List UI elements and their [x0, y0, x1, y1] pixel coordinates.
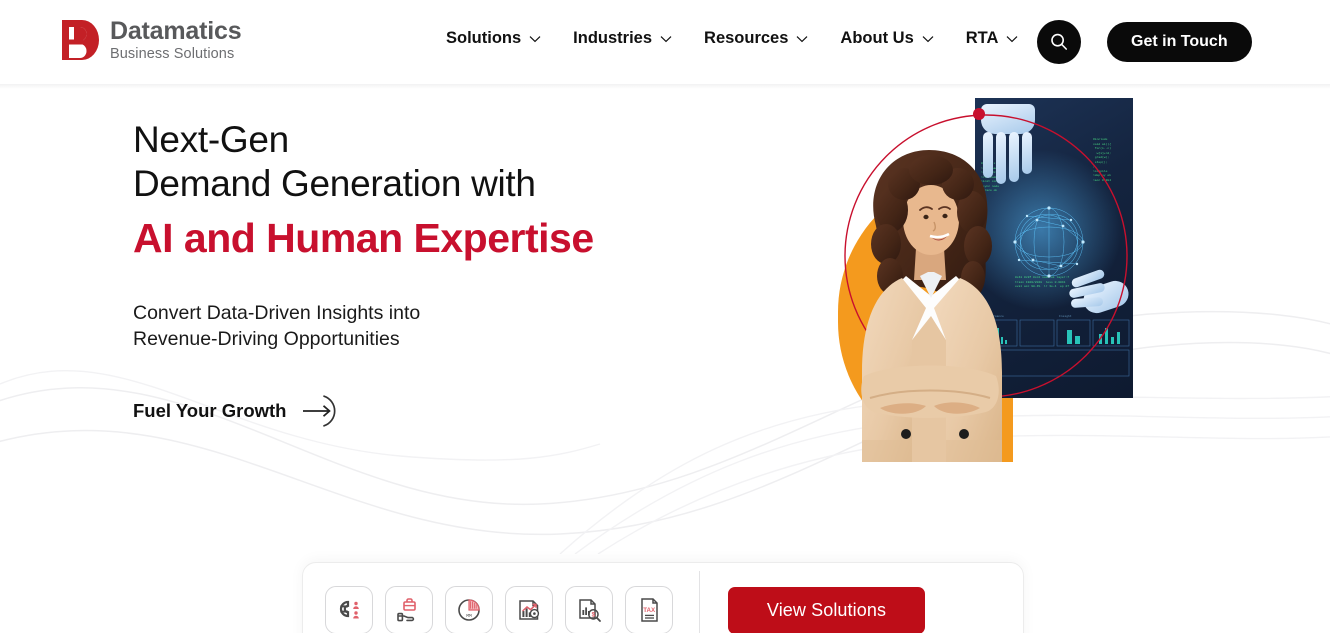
hero-subheadline: Convert Data-Driven Insights into Revenu…: [133, 300, 594, 353]
solution-tile-lead-generation[interactable]: [325, 586, 373, 633]
solution-tile-growth-strategy[interactable]: [505, 586, 553, 633]
growth-target-icon: [519, 600, 540, 620]
main-navigation: Solutions Industries Resources About Us …: [446, 29, 1018, 48]
solutions-bar: MM $ TAX View Solutions: [302, 562, 1024, 633]
hero-subheadline-line1: Convert Data-Driven Insights into: [133, 301, 421, 324]
nav-label: Industries: [573, 29, 653, 47]
datamatics-d-mark-icon: [62, 20, 99, 60]
fuel-your-growth-link[interactable]: Fuel Your Growth: [133, 393, 344, 429]
get-in-touch-button[interactable]: Get in Touch: [1107, 22, 1252, 62]
hero-section: Next-Gen Demand Generation with AI and H…: [0, 84, 1330, 585]
brand-title: Datamatics: [110, 16, 242, 45]
solution-tile-tax[interactable]: TAX: [625, 586, 673, 633]
tax-document-icon: TAX: [641, 598, 658, 622]
hero-subheadline-line2: Revenue-Driving Opportunities: [133, 328, 400, 351]
svg-text:MM: MM: [466, 613, 472, 619]
lead-magnet-icon: [339, 600, 359, 619]
chevron-down-icon: [797, 35, 808, 42]
businesswoman-photo: [861, 150, 1002, 462]
hero-headline: Next-Gen Demand Generation with AI and H…: [133, 118, 594, 263]
brand-subtitle: Business Solutions: [110, 45, 235, 62]
nav-item-resources[interactable]: Resources: [704, 29, 808, 48]
solution-tile-analytics[interactable]: MM: [445, 586, 493, 633]
svg-text:TAX: TAX: [643, 607, 656, 614]
hand-briefcase-icon: [397, 598, 416, 622]
brand-logo[interactable]: Datamatics Business Solutions: [60, 16, 242, 62]
document-search-icon: $: [579, 599, 601, 622]
chevron-down-icon: [529, 35, 541, 42]
search-button[interactable]: [1037, 20, 1081, 64]
solution-icon-row: MM $ TAX: [303, 586, 673, 633]
nav-item-about-us[interactable]: About Us: [840, 29, 934, 48]
chevron-down-icon: [1007, 35, 1018, 42]
header-divider: [0, 84, 1330, 89]
nav-label: About Us: [840, 29, 914, 47]
solutions-bar-divider: [699, 571, 700, 633]
chevron-down-icon: [660, 35, 672, 42]
svg-text:$: $: [592, 611, 596, 618]
hero-copy: Next-Gen Demand Generation with AI and H…: [133, 118, 594, 429]
nav-item-solutions[interactable]: Solutions: [446, 29, 541, 48]
pie-chart-icon: MM: [458, 599, 480, 621]
view-solutions-button[interactable]: View Solutions: [728, 586, 925, 633]
solution-tile-research[interactable]: $: [565, 586, 613, 633]
hero-visual: 010 fn(x) >net.load >scan 0x1A >run mode…: [820, 84, 1160, 484]
nav-label: Resources: [704, 29, 789, 47]
nav-label: RTA: [965, 29, 999, 47]
nav-item-industries[interactable]: Industries: [573, 29, 672, 48]
nav-item-rta[interactable]: RTA: [966, 29, 1019, 48]
solution-tile-business-services[interactable]: [385, 586, 433, 633]
hero-headline-line2: Demand Generation with: [133, 162, 536, 204]
nav-label: Solutions: [446, 29, 522, 47]
cta-label: Fuel Your Growth: [133, 399, 287, 421]
site-header: Datamatics Business Solutions Solutions …: [0, 0, 1330, 84]
hero-headline-accent: AI and Human Expertise: [133, 215, 594, 262]
hero-headline-line1: Next-Gen: [133, 119, 289, 160]
search-icon: [1051, 33, 1068, 50]
arrow-right-circle-icon: [303, 395, 336, 427]
chevron-down-icon: [922, 35, 934, 42]
accent-dot-icon: [973, 108, 985, 120]
